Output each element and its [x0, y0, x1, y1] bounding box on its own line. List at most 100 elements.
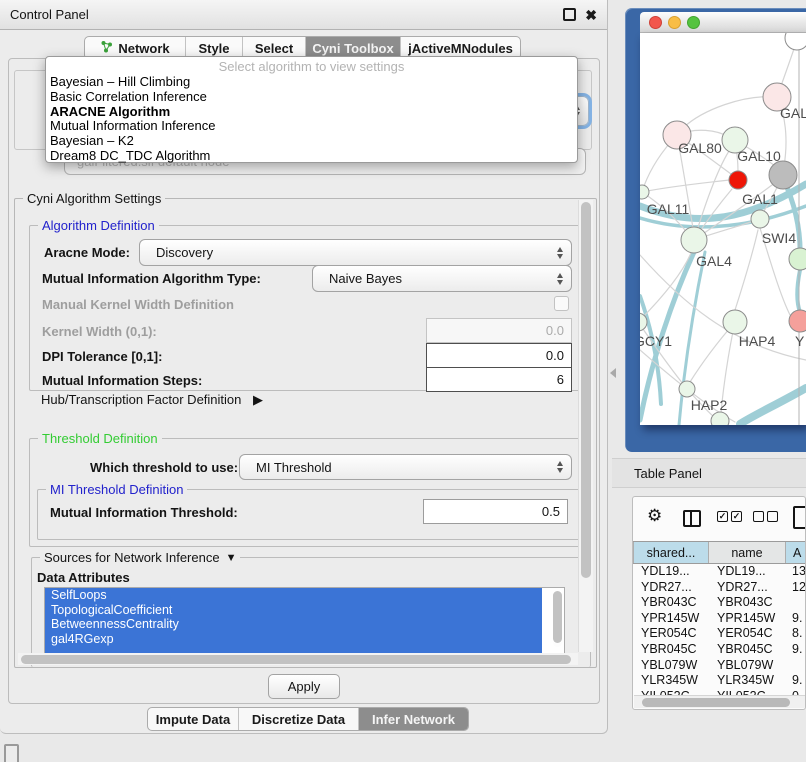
- network-node-hap2[interactable]: [679, 381, 695, 397]
- algorithm-dropdown-popup: Select algorithm to view settings Bayesi…: [45, 56, 578, 163]
- data-attribute-item[interactable]: TopologicalCoefficient: [45, 603, 542, 618]
- settings-vertical-scrollbar[interactable]: [578, 200, 593, 652]
- unchecked-checkbox-icon[interactable]: [753, 511, 764, 522]
- algorithm-popup-item[interactable]: Mutual Information Inference: [46, 119, 577, 134]
- table-cell: YDL19...: [633, 564, 709, 580]
- manual-kernel-checkbox[interactable]: [554, 296, 569, 311]
- table-cell: YBL079W: [633, 658, 709, 674]
- kernel-width-input[interactable]: 0.0: [426, 318, 572, 343]
- data-attribute-item[interactable]: BetweennessCentrality: [45, 617, 542, 632]
- table-row[interactable]: YBR043CYBR043C: [633, 595, 806, 611]
- aracne-mode-combobox[interactable]: Discovery: [139, 239, 572, 266]
- manual-kernel-label: Manual Kernel Width Definition: [42, 297, 234, 312]
- document-icon[interactable]: [793, 506, 806, 529]
- table-row[interactable]: YDR27...YDR27...12: [633, 580, 806, 596]
- tab-label: Discretize Data: [252, 712, 345, 727]
- algorithm-popup-item[interactable]: Bayesian – Hill Climbing: [46, 75, 577, 90]
- mi-threshold-group: MI Threshold Definition Mutual Informati…: [37, 489, 580, 540]
- network-node-gal1[interactable]: [751, 210, 769, 228]
- minimize-traffic-light[interactable]: [668, 16, 681, 29]
- node-label: GAL4: [696, 253, 732, 269]
- table-cell: YLR345W: [709, 673, 786, 689]
- mi-type-combobox[interactable]: Naive Bayes: [312, 265, 572, 292]
- network-node[interactable]: [711, 412, 729, 425]
- table-row[interactable]: YBR045CYBR045C9.: [633, 642, 806, 658]
- table-row[interactable]: YDL19...YDL19...13: [633, 564, 806, 580]
- network-canvas[interactable]: GALGAL80GAL10GAL11GAL1SWI4GAL4GCY1HAP4YH…: [640, 33, 806, 425]
- table-row[interactable]: YPR145WYPR145W9.: [633, 611, 806, 627]
- kernel-width-label: Kernel Width (0,1):: [42, 324, 157, 339]
- network-node-hap4[interactable]: [723, 310, 747, 334]
- network-icon: [100, 40, 113, 56]
- network-window-titlebar[interactable]: [640, 12, 806, 33]
- apply-button[interactable]: Apply: [268, 674, 340, 699]
- data-attributes-list[interactable]: SelfLoopsTopologicalCoefficientBetweenne…: [44, 587, 565, 654]
- list-scrollbar-thumb[interactable]: [553, 591, 562, 643]
- float-window-icon[interactable]: [563, 8, 576, 21]
- panel-splitter-handle[interactable]: [610, 368, 616, 378]
- network-node-swi4[interactable]: [789, 248, 806, 270]
- mi-steps-input[interactable]: 6: [426, 367, 572, 392]
- threshold-definition-title: Threshold Definition: [38, 431, 162, 446]
- network-node[interactable]: [769, 161, 797, 189]
- which-threshold-combobox[interactable]: MI Threshold: [239, 454, 572, 480]
- data-attribute-item[interactable]: SelfLoops: [45, 588, 542, 603]
- algorithm-popup-item[interactable]: Dream8 DC_TDC Algorithm: [46, 149, 577, 164]
- checked-checkbox-icon[interactable]: ✓: [717, 511, 728, 522]
- tab-impute-data[interactable]: Impute Data: [148, 708, 238, 730]
- network-edge[interactable]: [740, 388, 806, 424]
- list-scrollbar[interactable]: [553, 591, 562, 647]
- hub-definition-expander[interactable]: Hub/Transcription Factor Definition ▶: [41, 392, 263, 408]
- algorithm-popup-item[interactable]: ARACNE Algorithm: [46, 105, 577, 120]
- table-row[interactable]: YBL079WYBL079W: [633, 658, 806, 674]
- columns-icon[interactable]: [683, 510, 701, 527]
- settings-horizontal-scrollbar[interactable]: [18, 653, 578, 665]
- zoom-traffic-light[interactable]: [687, 16, 700, 29]
- algorithm-popup-item[interactable]: Bayesian – K2: [46, 134, 577, 149]
- which-threshold-label: Which threshold to use:: [90, 460, 238, 475]
- mi-type-value: Naive Bayes: [329, 271, 402, 286]
- table-horizontal-scrollbar[interactable]: [634, 695, 806, 708]
- mi-threshold-input[interactable]: 0.5: [423, 499, 568, 524]
- close-traffic-light[interactable]: [649, 16, 662, 29]
- data-attributes-label: Data Attributes: [37, 570, 130, 585]
- collapsed-panel-icon[interactable]: [4, 744, 19, 762]
- control-panel-titlebar: Control Panel ✖: [0, 0, 607, 30]
- network-node-y[interactable]: [789, 310, 806, 332]
- close-icon[interactable]: ✖: [585, 8, 597, 22]
- table-header-row: shared... name A: [633, 541, 806, 564]
- bottom-tab-bar: Impute Data Discretize Data Infer Networ…: [147, 707, 469, 731]
- table-hscroll-thumb[interactable]: [642, 698, 790, 707]
- network-node-gal4[interactable]: [681, 227, 707, 253]
- column-header-name[interactable]: name: [709, 542, 786, 563]
- table-row[interactable]: YER054CYER054C8.: [633, 626, 806, 642]
- network-node-gal11[interactable]: [640, 185, 649, 199]
- table-cell: YBR045C: [709, 642, 786, 658]
- settings-vscroll-thumb[interactable]: [581, 202, 591, 578]
- network-edge[interactable]: [683, 97, 777, 128]
- table-cell: YER054C: [633, 626, 709, 642]
- tab-infer-network[interactable]: Infer Network: [358, 708, 468, 730]
- data-attribute-item[interactable]: gal4RGexp: [45, 632, 542, 647]
- column-header-partial[interactable]: A: [786, 542, 806, 563]
- network-node[interactable]: [729, 171, 747, 189]
- threshold-definition-group: Threshold Definition Which threshold to …: [29, 438, 586, 547]
- algorithm-popup-item[interactable]: Basic Correlation Inference: [46, 90, 577, 105]
- dpi-tolerance-label: DPI Tolerance [0,1]:: [42, 349, 162, 364]
- unchecked-checkbox-icon[interactable]: [767, 511, 778, 522]
- network-edge[interactable]: [735, 230, 758, 310]
- checked-checkbox-icon[interactable]: ✓: [731, 511, 742, 522]
- settings-hscroll-thumb[interactable]: [21, 655, 571, 664]
- gear-icon[interactable]: ⚙: [647, 507, 662, 524]
- table-cell: 9.: [786, 673, 806, 689]
- spinner-arrows-icon: [557, 461, 563, 473]
- table-cell: YER054C: [709, 626, 786, 642]
- dpi-tolerance-input[interactable]: 0.0: [426, 343, 572, 368]
- sources-title-text: Sources for Network Inference: [44, 550, 220, 565]
- tab-discretize-data[interactable]: Discretize Data: [238, 708, 358, 730]
- tab-label: Impute Data: [156, 712, 230, 727]
- expander-down-icon[interactable]: ▼: [226, 552, 237, 564]
- column-header-shared-name[interactable]: shared...: [633, 542, 709, 563]
- network-node[interactable]: [785, 33, 806, 50]
- table-row[interactable]: YLR345WYLR345W9.: [633, 673, 806, 689]
